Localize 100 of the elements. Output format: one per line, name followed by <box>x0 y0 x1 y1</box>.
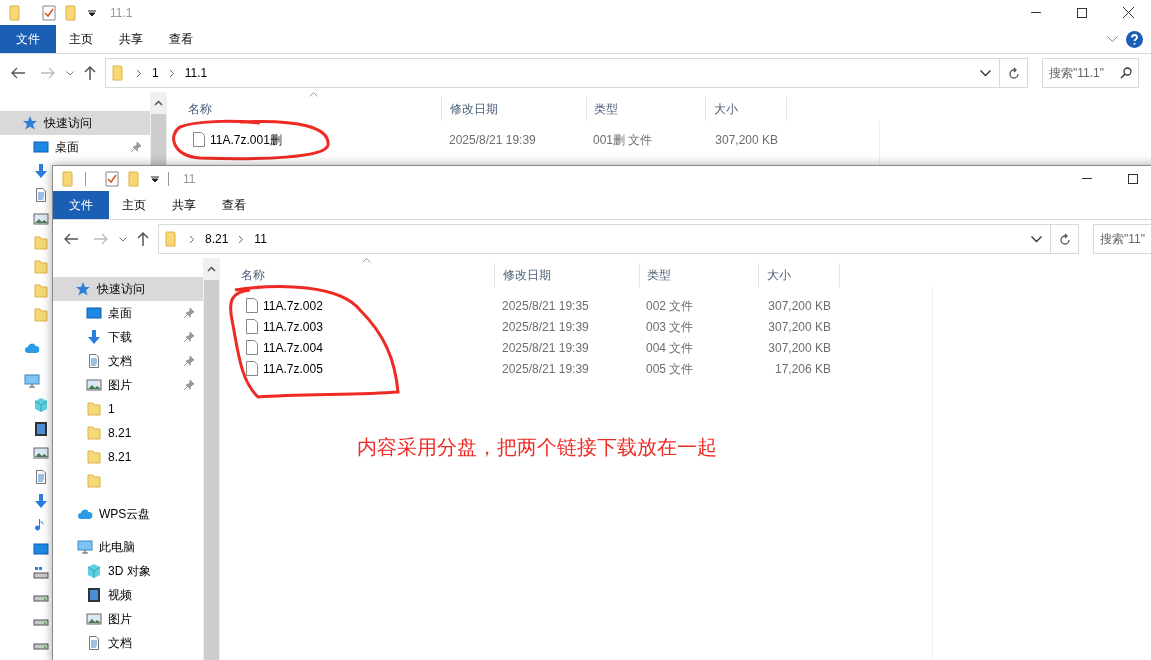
folder-icon <box>86 473 102 489</box>
up-arrow-icon[interactable] <box>83 65 97 81</box>
search-icon[interactable] <box>1120 67 1132 79</box>
column-header[interactable]: 大小 <box>758 263 840 287</box>
ribbon-tab[interactable]: 查看 <box>156 25 206 53</box>
star-icon <box>75 281 91 297</box>
breadcrumb-item[interactable]: 11.1 <box>184 64 208 82</box>
sidebar-label: WPS云盘 <box>99 506 151 523</box>
scroll-up-icon[interactable] <box>207 266 216 272</box>
sidebar-item[interactable]: 文档 <box>53 631 203 655</box>
address-bar[interactable]: 1 11.1 <box>105 58 1000 88</box>
file-type: 003 文件 <box>645 318 695 336</box>
search-field[interactable]: 搜索"11.1" <box>1042 58 1139 88</box>
sidebar-item[interactable]: 图片 <box>53 607 203 631</box>
column-header[interactable]: 名称 <box>167 97 441 121</box>
dropdown-icon[interactable] <box>151 174 159 183</box>
help-icon[interactable] <box>1126 30 1143 48</box>
sidebar-item[interactable]: 快速访问 <box>53 277 203 301</box>
breadcrumb-item[interactable]: 11 <box>254 230 267 248</box>
address-bar[interactable]: 8.21 11 <box>158 224 1051 254</box>
back-arrow-icon[interactable] <box>63 232 79 246</box>
folder-icon[interactable] <box>112 65 126 81</box>
pin-icon[interactable] <box>183 307 195 319</box>
refresh-button[interactable] <box>1000 58 1028 88</box>
folder-icon[interactable] <box>165 231 179 247</box>
scrollbar[interactable] <box>203 258 220 660</box>
ribbon-tab[interactable]: 主页 <box>56 25 106 53</box>
sidebar-item[interactable]: WPS云盘 <box>53 502 203 526</box>
file-icon <box>246 319 258 334</box>
file-icon <box>246 298 258 313</box>
folder-icon <box>86 401 102 417</box>
checklist-icon[interactable] <box>42 4 56 21</box>
close-icon[interactable] <box>1122 7 1134 18</box>
forward-arrow-icon[interactable] <box>40 66 56 80</box>
sidebar-label: 快速访问 <box>44 115 92 132</box>
sidebar-label: 视频 <box>108 587 132 604</box>
pin-icon[interactable] <box>183 379 195 391</box>
file-tab[interactable]: 文件 <box>0 25 56 53</box>
folder-icon[interactable] <box>65 4 79 21</box>
sidebar-item[interactable]: 3D 对象 <box>53 559 203 583</box>
folder-icon[interactable] <box>128 170 142 187</box>
sort-caret-icon <box>309 92 318 97</box>
column-header[interactable]: 修改日期 <box>441 97 586 121</box>
chevron-down-icon[interactable] <box>1031 235 1042 243</box>
scroll-up-icon[interactable] <box>154 100 163 106</box>
file-icon <box>246 340 258 355</box>
pin-icon[interactable] <box>130 141 142 153</box>
file-name[interactable]: 11A.7z.003 <box>263 317 323 336</box>
checklist-icon[interactable] <box>105 170 119 187</box>
search-field[interactable]: 搜索"11" <box>1093 224 1151 254</box>
ribbon-tab[interactable]: 共享 <box>106 25 156 53</box>
modified-date: 2025/8/21 19:39 <box>501 360 590 378</box>
ribbon-tab[interactable]: 共享 <box>159 191 209 219</box>
refresh-button[interactable] <box>1051 224 1079 254</box>
column-header[interactable]: 类型 <box>586 97 705 121</box>
maximize-icon[interactable] <box>1128 173 1138 184</box>
breadcrumb-item[interactable]: 1 <box>152 64 159 82</box>
pin-icon[interactable] <box>183 355 195 367</box>
pin-icon[interactable] <box>183 331 195 343</box>
maximize-icon[interactable] <box>1077 7 1087 18</box>
sidebar-label: 图片 <box>108 377 132 394</box>
sidebar-item[interactable]: 8.21 <box>53 421 203 445</box>
chevron-down-icon[interactable] <box>980 69 991 77</box>
sidebar-item[interactable]: 下载 <box>53 325 203 349</box>
forward-arrow-icon[interactable] <box>93 232 109 246</box>
file-name[interactable]: 11A.7z.002 <box>263 296 323 315</box>
sidebar-item[interactable]: 此电脑 <box>53 535 203 559</box>
back-arrow-icon[interactable] <box>10 66 26 80</box>
sidebar-item[interactable]: 桌面 <box>53 301 203 325</box>
folder-icon <box>33 235 49 251</box>
up-arrow-icon[interactable] <box>136 231 150 247</box>
file-size: 17,206 KB <box>773 360 832 378</box>
sidebar-item[interactable]: 桌面 <box>0 135 150 159</box>
file-icon <box>246 361 258 376</box>
document-icon <box>86 635 102 651</box>
file-name[interactable]: 11A.7z.004 <box>263 338 323 357</box>
column-header[interactable]: 类型 <box>639 263 758 287</box>
file-name[interactable]: 11A.7z.001删 <box>210 130 282 149</box>
monitor-icon <box>86 305 102 321</box>
breadcrumb-item[interactable]: 8.21 <box>205 230 229 248</box>
file-type: 001删 文件 <box>592 131 654 149</box>
sidebar-item[interactable]: 8.21 <box>53 445 203 469</box>
sidebar-item[interactable]: 1 <box>53 397 203 421</box>
sidebar-item[interactable]: 快速访问 <box>0 111 150 135</box>
file-name[interactable]: 11A.7z.005 <box>263 359 323 378</box>
ribbon-tab[interactable]: 主页 <box>109 191 159 219</box>
sidebar-item[interactable]: 图片 <box>53 373 203 397</box>
column-header[interactable]: 名称 <box>220 263 494 287</box>
sidebar-item[interactable]: 文档 <box>53 349 203 373</box>
column-header[interactable]: 修改日期 <box>494 263 639 287</box>
sidebar-label: 快速访问 <box>97 281 145 298</box>
folder-icon[interactable] <box>9 4 23 21</box>
dropdown-icon[interactable] <box>88 8 96 17</box>
scrollbar-thumb[interactable] <box>204 280 219 660</box>
picture-icon <box>33 211 49 227</box>
ribbon-tab[interactable]: 查看 <box>209 191 259 219</box>
column-header[interactable]: 大小 <box>705 97 787 121</box>
sidebar-item[interactable]: 视频 <box>53 583 203 607</box>
folder-icon[interactable] <box>62 170 76 187</box>
file-tab[interactable]: 文件 <box>53 191 109 219</box>
